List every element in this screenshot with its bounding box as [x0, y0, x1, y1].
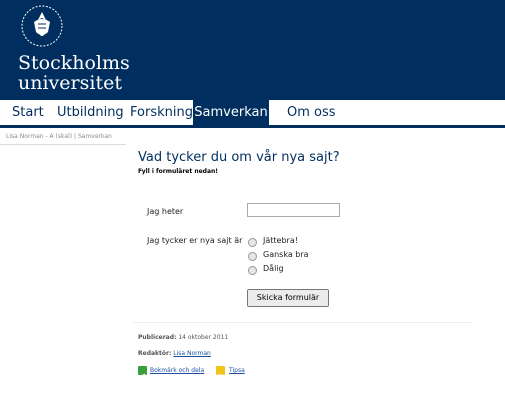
tips-link[interactable]: Tipsa [229, 367, 245, 374]
university-logo-text[interactable]: Stockholms universitet [18, 53, 130, 93]
name-label: Jag heter [147, 207, 184, 216]
radio-dalig[interactable] [248, 266, 257, 275]
nav-item-start[interactable]: Start [12, 100, 44, 125]
name-input[interactable] [247, 203, 340, 217]
published-info: Publicerad: 14 oktober 2011 [138, 334, 228, 341]
breadcrumb-section[interactable]: Samverkan [78, 133, 112, 140]
radio-label-ganska-bra: Ganska bra [263, 250, 309, 259]
nav-item-om-oss[interactable]: Om oss [287, 100, 336, 125]
sidebar-divider [0, 144, 126, 145]
tips-icon[interactable] [216, 366, 225, 378]
site-header: Stockholms universitet [0, 0, 505, 100]
nav-item-samverkan[interactable]: Samverkan [193, 100, 269, 125]
submit-button[interactable]: Skicka formulär [247, 289, 329, 307]
breadcrumb-separator: | [74, 133, 77, 140]
breadcrumb: Lisa Norman - A (skal) | Samverkan [6, 133, 112, 140]
published-label: Publicerad: [138, 334, 177, 341]
share-icon[interactable] [138, 366, 147, 380]
main-nav: Start Utbildning Forskning Samverkan Om … [0, 100, 505, 128]
editor-info: Redaktör: Lisa Norman [138, 350, 211, 357]
page-subtitle: Fyll i formuläret nedan! [138, 168, 219, 175]
published-date: 14 oktober 2011 [178, 334, 229, 341]
radio-ganska-bra[interactable] [248, 252, 257, 261]
nav-item-utbildning[interactable]: Utbildning [57, 100, 124, 125]
editor-label: Redaktör: [138, 350, 172, 357]
radio-label-dalig: Dålig [263, 264, 284, 273]
radio-jattebra[interactable] [248, 238, 257, 247]
editor-link[interactable]: Lisa Norman [173, 350, 211, 357]
content-divider [133, 322, 473, 323]
share-link[interactable]: Bokmärk och dela [150, 367, 204, 374]
university-seal-icon[interactable] [18, 2, 66, 54]
logo-line-1: Stockholms [18, 52, 130, 74]
page-title: Vad tycker du om vår nya sajt? [138, 150, 340, 165]
breadcrumb-user[interactable]: Lisa Norman - A (skal) [6, 133, 72, 140]
opinion-label: Jag tycker er nya sajt är [147, 236, 243, 245]
radio-label-jattebra: Jättebra! [263, 236, 298, 245]
nav-item-forskning[interactable]: Forskning [130, 100, 193, 125]
logo-line-2: universitet [18, 72, 122, 94]
